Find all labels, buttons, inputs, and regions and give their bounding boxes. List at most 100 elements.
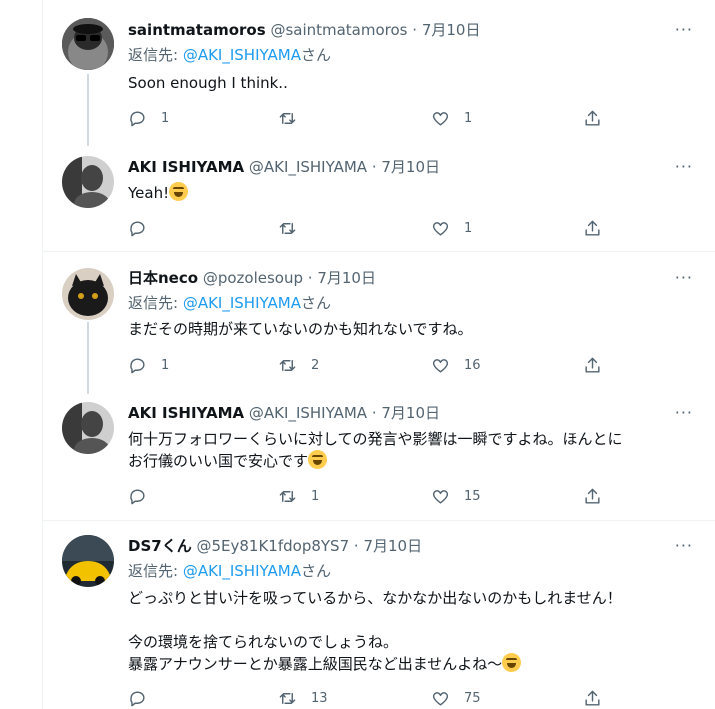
more-options-icon[interactable]: ··· [675,20,693,39]
reply-button[interactable]: 1 [128,107,169,129]
retweet-count: 1 [311,488,320,504]
reply-count: 1 [161,110,170,126]
like-count: 75 [464,690,481,706]
tweet-text: Soon enough I think.. [128,74,288,92]
grinning-face-emoji [308,450,328,469]
reply-button[interactable] [128,217,161,239]
replying-to: 返信先: @AKI_ISHIYAMAさん [128,562,331,580]
share-button[interactable] [583,107,602,129]
display-name[interactable]: saintmatamoros [128,21,266,39]
tweet-header: DS7くん @5Ey81K1fdop8YS7 · 7月10日 [128,536,422,556]
avatar[interactable] [62,156,114,208]
reply-icon [130,110,145,126]
reply-button[interactable]: 1 [128,354,169,376]
share-icon [585,488,600,504]
like-count: 1 [464,220,473,236]
more-options-icon[interactable]: ··· [675,268,693,287]
share-button[interactable] [583,217,602,239]
action-bar: 1 [128,217,608,239]
heart-icon [432,489,449,504]
tweet-text: Yeah! [128,182,698,204]
retweet-button[interactable]: 13 [278,687,328,709]
like-count: 16 [464,357,481,373]
tweet[interactable]: AKI ISHIYAMA @AKI_ISHIYAMA · 7月10日 ··· Y… [0,140,715,250]
mention-link[interactable]: @AKI_ISHIYAMA [183,294,301,312]
like-button[interactable]: 1 [431,217,472,239]
user-handle[interactable]: @saintmatamoros [270,21,407,39]
mention-link[interactable]: @AKI_ISHIYAMA [183,46,301,64]
reply-icon [130,488,145,504]
timestamp[interactable]: · 7月10日 [412,21,480,39]
retweet-button[interactable] [278,217,311,239]
more-options-icon[interactable]: ··· [675,403,693,422]
like-button[interactable]: 16 [431,354,481,376]
like-count: 15 [464,488,481,504]
action-bar: 1 1 [128,107,608,129]
reply-icon [130,690,145,706]
tweet-header: saintmatamoros @saintmatamoros · 7月10日 [128,20,480,40]
thinking-face-emoji [502,653,522,672]
tweet[interactable]: 日本neco @pozolesoup · 7月10日 ··· 返信先: @AKI… [0,252,715,388]
tweet-text: どっぷりと甘い汁を吸っているから、なかなか出ないのかもしれません！ 今の環境を捨て… [128,589,622,673]
user-handle[interactable]: @AKI_ISHIYAMA [249,404,367,422]
display-name[interactable]: AKI ISHIYAMA [128,404,244,422]
tweet-header: AKI ISHIYAMA @AKI_ISHIYAMA · 7月10日 [128,157,440,177]
action-bar: 1 2 16 [128,354,608,376]
heart-icon [432,221,449,236]
timestamp[interactable]: · 7月10日 [372,404,440,422]
tweet[interactable]: DS7くん @5Ey81K1fdop8YS7 · 7月10日 ··· 返信先: … [0,521,715,709]
retweet-count: 13 [311,690,328,706]
display-name[interactable]: AKI ISHIYAMA [128,158,244,176]
share-button[interactable] [583,354,602,376]
retweet-icon [279,692,296,704]
share-icon [585,110,600,126]
heart-icon [432,691,449,706]
timestamp[interactable]: · 7月10日 [354,537,422,555]
reply-button[interactable] [128,485,161,507]
tweet[interactable]: AKI ISHIYAMA @AKI_ISHIYAMA · 7月10日 ··· 何… [0,388,715,520]
more-options-icon[interactable]: ··· [675,157,693,176]
avatar[interactable] [62,402,114,454]
share-icon [585,357,600,373]
retweet-icon [279,359,296,371]
retweet-count: 2 [311,357,320,373]
like-button[interactable]: 15 [431,485,481,507]
display-name[interactable]: DS7くん [128,537,192,555]
like-button[interactable]: 75 [431,687,481,709]
tweet-header: 日本neco @pozolesoup · 7月10日 [128,268,376,288]
reply-icon [130,357,145,373]
retweet-icon [279,490,296,502]
tweet-text: まだその時期が来ていないのかも知れないですね。 [128,320,473,338]
replying-to: 返信先: @AKI_ISHIYAMAさん [128,294,331,312]
replying-to: 返信先: @AKI_ISHIYAMAさん [128,46,331,64]
avatar[interactable] [62,535,114,587]
retweet-icon [279,112,296,124]
timestamp[interactable]: · 7月10日 [372,158,440,176]
like-button[interactable]: 1 [431,107,472,129]
grinning-squinting-face-emoji [169,182,189,201]
user-handle[interactable]: @AKI_ISHIYAMA [249,158,367,176]
mention-link[interactable]: @AKI_ISHIYAMA [183,562,301,580]
timestamp[interactable]: · 7月10日 [308,269,376,287]
share-icon [585,690,600,706]
avatar[interactable] [62,268,114,320]
reply-count: 1 [161,357,170,373]
retweet-button[interactable] [278,107,311,129]
retweet-icon [279,222,296,234]
heart-icon [432,111,449,126]
avatar[interactable] [62,18,114,70]
action-bar: 13 75 [128,687,608,709]
reply-button[interactable] [128,687,161,709]
tweet-header: AKI ISHIYAMA @AKI_ISHIYAMA · 7月10日 [128,403,440,423]
display-name[interactable]: 日本neco [128,269,198,287]
share-button[interactable] [583,687,602,709]
tweet[interactable]: saintmatamoros @saintmatamoros · 7月10日 ·… [0,0,715,140]
share-button[interactable] [583,485,602,507]
user-handle[interactable]: @pozolesoup [203,269,303,287]
share-icon [585,220,600,236]
retweet-button[interactable]: 1 [278,485,319,507]
user-handle[interactable]: @5Ey81K1fdop8YS7 [196,537,349,555]
reply-icon [130,220,145,236]
more-options-icon[interactable]: ··· [675,536,693,555]
retweet-button[interactable]: 2 [278,354,319,376]
